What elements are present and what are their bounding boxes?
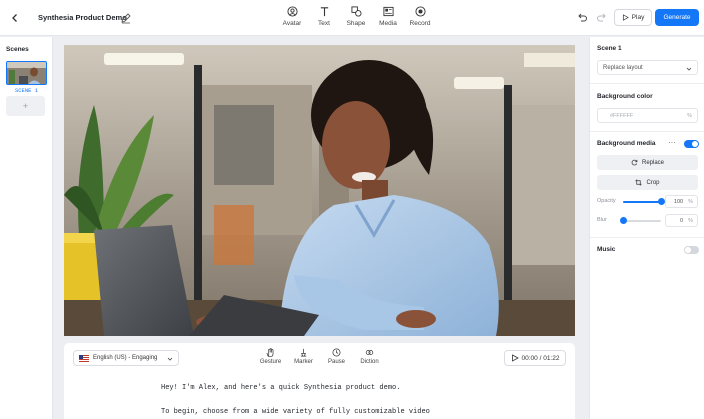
media-icon bbox=[382, 6, 394, 17]
text-icon bbox=[320, 7, 328, 17]
bg-color-unit: % bbox=[687, 112, 692, 119]
divider bbox=[590, 131, 704, 132]
tool-record-label: Record bbox=[409, 20, 431, 27]
undo-icon[interactable] bbox=[576, 11, 588, 23]
scene-title: Scene 1 bbox=[597, 45, 622, 52]
us-flag-icon bbox=[79, 354, 89, 362]
shape-icon bbox=[350, 6, 362, 17]
tool-shape-label: Shape bbox=[346, 20, 366, 27]
play-icon bbox=[622, 14, 629, 21]
divider bbox=[590, 83, 704, 84]
project-title[interactable]: Synthesia Product Demo bbox=[38, 13, 127, 22]
opacity-label: Opacity bbox=[597, 198, 616, 204]
refresh-icon bbox=[631, 159, 638, 166]
scene-thumbnail[interactable] bbox=[6, 61, 47, 85]
music-toggle[interactable] bbox=[684, 246, 699, 254]
replace-button[interactable]: Replace bbox=[597, 155, 698, 170]
play-icon bbox=[511, 354, 519, 362]
replace-label: Replace bbox=[641, 159, 664, 166]
tool-pause-label: Pause bbox=[327, 359, 345, 365]
tool-media[interactable]: Media bbox=[372, 6, 404, 27]
top-bar: Synthesia Product Demo Avatar Text Shape… bbox=[0, 0, 704, 36]
opacity-slider[interactable] bbox=[623, 198, 665, 205]
pencil-icon[interactable] bbox=[120, 11, 132, 24]
scene-background-image bbox=[64, 45, 575, 336]
gesture-icon bbox=[266, 348, 274, 357]
back-icon[interactable] bbox=[6, 9, 24, 27]
tool-pause[interactable]: Pause bbox=[320, 348, 353, 365]
blur-number: 0 bbox=[680, 217, 684, 224]
tool-diction-label: Diction bbox=[360, 359, 379, 365]
chevron-down-icon bbox=[686, 67, 692, 71]
blur-value[interactable]: 0% bbox=[665, 214, 698, 227]
language-label: English (US) - Engaging bbox=[93, 355, 158, 361]
opacity-unit: % bbox=[688, 198, 693, 205]
tool-text-label: Text bbox=[318, 20, 330, 27]
marker-icon bbox=[300, 348, 307, 357]
scene-label[interactable]: SCENE 1 bbox=[6, 87, 47, 94]
bg-color-input[interactable]: #FFFFFF % bbox=[597, 108, 698, 123]
music-label: Music bbox=[597, 246, 616, 253]
add-scene-button[interactable]: + bbox=[6, 96, 45, 116]
bg-media-label: Background media bbox=[597, 140, 656, 147]
tool-media-label: Media bbox=[379, 20, 397, 27]
crop-button[interactable]: Crop bbox=[597, 175, 698, 190]
video-canvas[interactable] bbox=[64, 45, 575, 336]
preview-timer[interactable]: 00:00 / 01:22 bbox=[504, 350, 566, 366]
layout-select-label: Replace layout bbox=[603, 64, 643, 71]
blur-unit: % bbox=[688, 217, 693, 224]
layout-select[interactable]: Replace layout bbox=[597, 60, 698, 75]
opacity-number: 100 bbox=[673, 198, 684, 205]
bg-media-toggle[interactable] bbox=[684, 140, 699, 148]
tool-gesture[interactable]: Gesture bbox=[254, 348, 287, 365]
tool-marker-label: Marker bbox=[294, 359, 313, 365]
bg-color-value: #FFFFFF bbox=[610, 112, 634, 119]
generate-button[interactable]: Generate bbox=[655, 9, 699, 26]
tool-avatar[interactable]: Avatar bbox=[276, 6, 308, 27]
properties-panel: Scene 1 Replace layout Background color … bbox=[589, 37, 704, 419]
crop-icon bbox=[635, 179, 643, 186]
tool-avatar-label: Avatar bbox=[282, 20, 302, 27]
diction-icon bbox=[365, 350, 374, 355]
more-options-icon[interactable]: ··· bbox=[668, 139, 676, 147]
blur-slider[interactable] bbox=[620, 217, 661, 224]
script-toolbar: Gesture Marker Pause Diction bbox=[254, 348, 386, 365]
chevron-down-icon bbox=[167, 357, 173, 361]
pause-icon bbox=[332, 348, 341, 357]
tool-record[interactable]: Record bbox=[404, 6, 436, 27]
record-icon bbox=[414, 6, 426, 17]
bg-color-label: Background color bbox=[597, 93, 653, 100]
play-button[interactable]: Play bbox=[614, 9, 652, 26]
toolbar: Avatar Text Shape Media Record bbox=[276, 6, 436, 27]
play-button-label: Play bbox=[631, 14, 645, 21]
timer-label: 00:00 / 01:22 bbox=[521, 354, 560, 362]
crop-label: Crop bbox=[646, 179, 660, 186]
script-line[interactable]: To begin, choose from a wide variety of … bbox=[161, 408, 430, 416]
script-line[interactable]: Hey! I'm Alex, and here's a quick Synthe… bbox=[161, 384, 400, 392]
tool-gesture-label: Gesture bbox=[259, 359, 282, 365]
tool-shape[interactable]: Shape bbox=[340, 6, 372, 27]
scenes-title: Scenes bbox=[6, 46, 29, 53]
language-select[interactable]: English (US) - Engaging bbox=[73, 350, 179, 366]
tool-text[interactable]: Text bbox=[308, 6, 340, 27]
avatar-icon bbox=[286, 6, 298, 17]
divider bbox=[590, 237, 704, 238]
scenes-panel: Scenes SCENE 1 + bbox=[0, 37, 53, 419]
blur-label: Blur bbox=[597, 217, 607, 223]
script-panel: English (US) - Engaging Gesture Marker P… bbox=[64, 343, 575, 419]
tool-marker[interactable]: Marker bbox=[287, 348, 320, 365]
redo-icon[interactable] bbox=[596, 11, 608, 23]
tool-diction[interactable]: Diction bbox=[353, 348, 386, 365]
opacity-value[interactable]: 100% bbox=[665, 195, 698, 208]
